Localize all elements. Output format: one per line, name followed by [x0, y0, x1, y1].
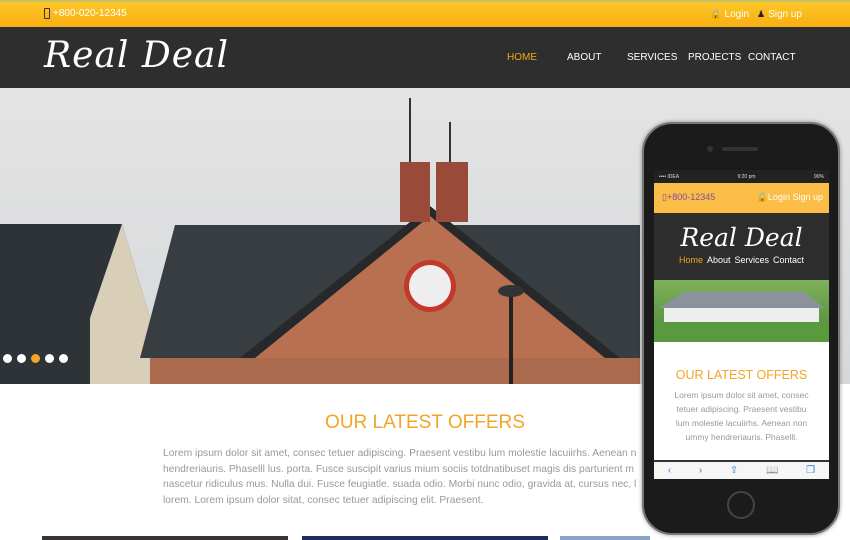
lock-icon: 🔒: [756, 192, 768, 202]
nav-projects[interactable]: PROJECTS: [688, 52, 741, 63]
main-nav: Real Deal HOME ABOUT SERVICES PROJECTS C…: [0, 27, 850, 88]
browser-toolbar: ‹ › ⇧ 📖 ❐: [654, 460, 829, 479]
mobile-nav-about[interactable]: About: [707, 255, 731, 265]
text-line: lum molestie lacuiirhs. Aenean non: [675, 418, 808, 428]
mobile-nav-home[interactable]: Home: [679, 255, 703, 265]
nav-about[interactable]: ABOUT: [567, 52, 601, 63]
text-line: Lorem ipsum dolor sit amet, consec tetue…: [163, 448, 637, 459]
mobile-signup[interactable]: Sign up: [792, 192, 823, 202]
mobile-hero-image: [654, 280, 829, 342]
offers-text: Lorem ipsum dolor sit amet, consec tetue…: [163, 446, 636, 508]
mobile-topbar: ▯+800-12345 🔒Login Sign up: [654, 183, 829, 213]
back-icon[interactable]: ‹: [668, 465, 671, 476]
mobile-nav-services[interactable]: Services: [735, 255, 770, 265]
offer-image[interactable]: [302, 536, 548, 540]
tabs-icon[interactable]: ❐: [806, 465, 815, 476]
logo[interactable]: Real Deal: [44, 35, 229, 76]
mobile-offers-title: OUR LATEST OFFERS: [675, 368, 808, 382]
login-link[interactable]: 🔒 Login: [710, 9, 749, 20]
signup-link[interactable]: ♟ Sign up: [757, 9, 802, 20]
mobile-phone-icon: [44, 8, 50, 19]
top-bar: +800-020-12345 🔒 Login ♟ Sign up: [0, 0, 850, 27]
text-line: ummy hendreriauris. Phaselll.: [685, 432, 798, 442]
offer-image[interactable]: [560, 536, 650, 540]
slide-dot[interactable]: [3, 354, 12, 363]
slide-dot-active[interactable]: [31, 354, 40, 363]
text-line: lorem. Lorem ipsum dolor sitat, consec t…: [163, 494, 484, 506]
time: 9:20 pm: [737, 173, 756, 180]
slide-dot[interactable]: [17, 354, 26, 363]
user-icon: ♟: [757, 9, 766, 19]
mobile-auth[interactable]: 🔒Login Sign up: [757, 192, 823, 203]
slide-dot[interactable]: [59, 354, 68, 363]
camera-icon: [707, 146, 713, 152]
bookmarks-icon[interactable]: 📖: [766, 465, 778, 476]
forward-icon[interactable]: ›: [699, 465, 702, 476]
nav-home[interactable]: HOME: [507, 52, 537, 63]
carrier: •••• IDEA: [659, 173, 680, 180]
text-line: nascetur ridiculus mus. Nulla dui. Fusce…: [163, 479, 637, 490]
offer-image[interactable]: [42, 536, 288, 540]
mobile-phone: ▯+800-12345: [662, 192, 716, 202]
mobile-phone-number: +800-12345: [666, 192, 716, 202]
battery: 90%: [813, 173, 824, 180]
mobile-offers-text: Lorem ipsum dolor sit amet, consec tetue…: [654, 388, 829, 444]
text-line: Lorem ipsum dolor sit amet, consec: [674, 390, 809, 400]
share-icon[interactable]: ⇧: [730, 465, 738, 476]
home-button: [727, 491, 755, 519]
mobile-nav-contact[interactable]: Contact: [773, 255, 804, 265]
login-label: Login: [724, 9, 749, 20]
speaker-icon: [722, 147, 758, 151]
phone-number: +800-020-12345: [53, 8, 127, 19]
nav-services[interactable]: SERVICES: [627, 52, 677, 63]
signup-label: Sign up: [768, 9, 802, 20]
mobile-header: Real Deal Home About Services Contact: [654, 213, 829, 280]
lock-icon: 🔒: [710, 9, 722, 19]
mobile-screen: •••• IDEA 9:20 pm 90% ▯+800-12345 🔒Login…: [654, 170, 829, 479]
status-bar: •••• IDEA 9:20 pm 90%: [654, 170, 829, 183]
mobile-logo: Real Deal: [680, 223, 803, 252]
mobile-login[interactable]: Login: [768, 192, 790, 202]
nav-contact[interactable]: CONTACT: [748, 52, 796, 63]
text-line: tetuer adipiscing. Praesent vestibu: [676, 404, 807, 414]
slide-dot[interactable]: [45, 354, 54, 363]
text-line: hendreriauris. Phaselll lus. porta. Fusc…: [163, 463, 634, 475]
contact-phone: +800-020-12345: [44, 8, 127, 19]
